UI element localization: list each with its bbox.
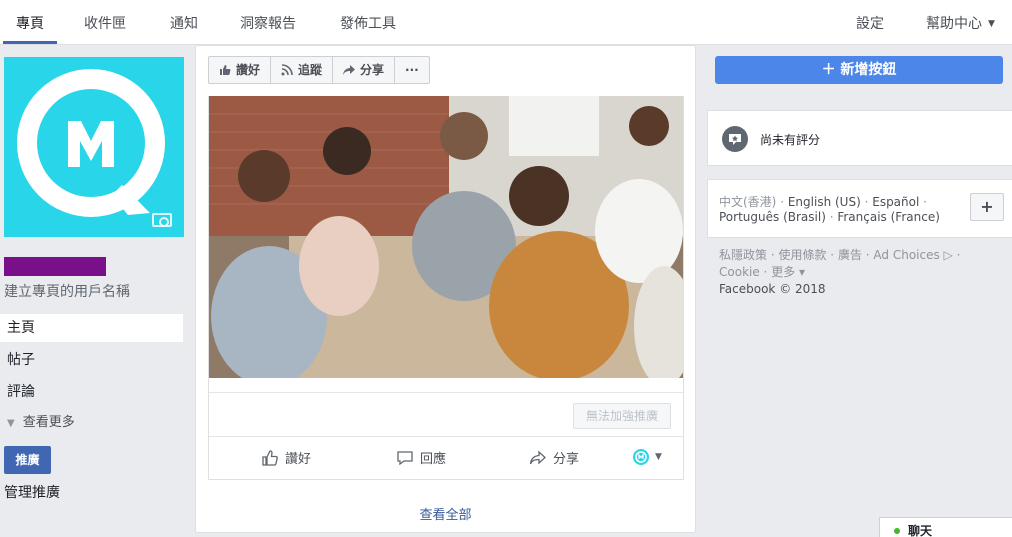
meeting-photo-image — [209, 96, 683, 378]
rss-icon — [281, 64, 293, 76]
share-page-button[interactable]: 分享 — [333, 57, 396, 83]
see-more-label: 查看更多 — [22, 415, 75, 430]
add-language-button[interactable]: + — [970, 193, 1004, 221]
active-tab-indicator — [3, 41, 57, 44]
triangle-down-icon: ▼ — [7, 418, 15, 429]
sidebar-item-posts[interactable]: 帖子 — [0, 346, 183, 374]
promote-button[interactable]: 推廣 — [4, 446, 51, 474]
cookie-link[interactable]: Cookie — [719, 265, 760, 279]
like-page-button[interactable]: 讚好 — [209, 57, 272, 83]
boost-post-button-disabled: 無法加強推廣 — [573, 403, 671, 429]
post-photo[interactable] — [209, 96, 683, 378]
like-post-button[interactable]: 讚好 — [261, 448, 311, 467]
help-center-menu[interactable]: 幫助中心 ▼ — [926, 13, 995, 33]
page-action-bar: 讚好 追蹤 分享 ··· — [208, 56, 430, 84]
post-card: 無法加強推廣 讚好 回應 分享 ▼ — [208, 96, 684, 480]
copyright: Facebook © 2018 — [719, 282, 826, 296]
comment-button[interactable]: 回應 — [396, 448, 446, 467]
ad-choices-link[interactable]: Ad Choices — [873, 248, 939, 262]
see-more-link[interactable]: ▼ 查看更多 — [7, 411, 75, 430]
caret-down-icon: ▼ — [655, 452, 662, 462]
caret-down-icon: ▼ — [988, 19, 995, 29]
page-feed-card: 讚好 追蹤 分享 ··· 無法加強推廣 讚好 回應 分享 ▼ 查看全部 — [195, 45, 696, 533]
language-link-es[interactable]: Español — [872, 195, 919, 209]
like-post-label: 讚好 — [285, 452, 312, 467]
online-status-icon — [894, 528, 900, 534]
star-bubble-icon — [722, 126, 748, 152]
comment-label: 回應 — [420, 452, 447, 467]
sidebar-item-reviews[interactable]: 評論 — [0, 378, 183, 406]
post-as-selector[interactable]: ▼ — [633, 449, 662, 465]
more-options-button[interactable]: ··· — [395, 57, 429, 83]
add-button-cta[interactable]: ＋ 新增按鈕 — [715, 56, 1003, 84]
create-username-link[interactable]: 建立專頁的用戶名稱 — [4, 281, 130, 301]
language-line-1: 中文(香港) · English (US) · Español · — [719, 195, 927, 209]
language-link-fr[interactable]: Français (France) — [837, 210, 940, 224]
share-post-button[interactable]: 分享 — [529, 448, 579, 467]
page-name-redacted — [4, 257, 106, 276]
camera-icon[interactable] — [152, 213, 172, 227]
language-card: 中文(香港) · English (US) · Español · Portug… — [707, 179, 1012, 238]
language-link-en[interactable]: English (US) — [788, 195, 861, 209]
see-all-link[interactable]: 查看全部 — [196, 504, 695, 523]
thumbs-up-icon — [220, 65, 231, 75]
more-link[interactable]: 更多 — [771, 265, 795, 279]
chat-bar[interactable]: 聊天 — [879, 517, 1012, 537]
ads-link[interactable]: 廣告 — [838, 248, 862, 262]
language-line-2: Português (Brasil) · Français (France) — [719, 210, 940, 224]
manage-promotions-link[interactable]: 管理推廣 — [4, 482, 60, 502]
sidebar-item-home[interactable]: 主頁 — [0, 314, 183, 342]
caret-down-icon: ▾ — [795, 265, 806, 279]
footer-line-2: Cookie · 更多 ▾ — [719, 265, 806, 279]
footer-links: 私隱政策 · 使用條款 · 廣告 · Ad Choices ▷ · Cookie… — [719, 247, 1004, 298]
left-column: 建立專頁的用戶名稱 主頁 帖子 評論 ▼ 查看更多 推廣 管理推廣 — [0, 45, 195, 537]
terms-link[interactable]: 使用條款 — [778, 248, 826, 262]
share-arrow-outline-icon — [529, 450, 546, 464]
page-avatar-icon — [633, 449, 649, 465]
tab-insights[interactable]: 洞察報告 — [240, 13, 296, 33]
chat-label: 聊天 — [908, 524, 933, 537]
language-link-pt[interactable]: Português (Brasil) — [719, 210, 826, 224]
share-arrow-icon — [343, 65, 356, 75]
current-language: 中文(香港) — [719, 195, 777, 209]
tab-page[interactable]: 專頁 — [16, 13, 44, 33]
follow-button[interactable]: 追蹤 — [271, 57, 334, 83]
no-rating-text: 尚未有評分 — [760, 133, 821, 147]
share-page-label: 分享 — [360, 63, 385, 77]
thumbs-up-outline-icon — [262, 449, 278, 466]
settings-link[interactable]: 設定 — [856, 13, 884, 33]
share-post-label: 分享 — [553, 452, 580, 467]
ad-choices-icon: ▷ — [939, 248, 953, 262]
comment-bubble-icon — [397, 450, 413, 465]
follow-label: 追蹤 — [298, 63, 323, 77]
page-top-nav: 專頁 收件匣 通知 洞察報告 發佈工具 設定 幫助中心 ▼ — [0, 0, 1012, 45]
footer-line-1: 私隱政策 · 使用條款 · 廣告 · Ad Choices ▷ · — [719, 248, 961, 262]
privacy-link[interactable]: 私隱政策 — [719, 248, 767, 262]
tab-notifications[interactable]: 通知 — [170, 13, 198, 33]
post-reaction-bar: 讚好 回應 分享 ▼ — [209, 437, 683, 479]
like-page-label: 讚好 — [236, 63, 261, 77]
help-center-label: 幫助中心 — [926, 16, 982, 32]
rating-card: 尚未有評分 — [707, 110, 1012, 166]
boost-row: 無法加強推廣 — [209, 392, 683, 437]
page-logo-icon — [17, 69, 165, 217]
tab-inbox[interactable]: 收件匣 — [84, 13, 126, 33]
tab-publishing-tools[interactable]: 發佈工具 — [340, 13, 396, 33]
page-profile-picture[interactable] — [4, 57, 184, 237]
